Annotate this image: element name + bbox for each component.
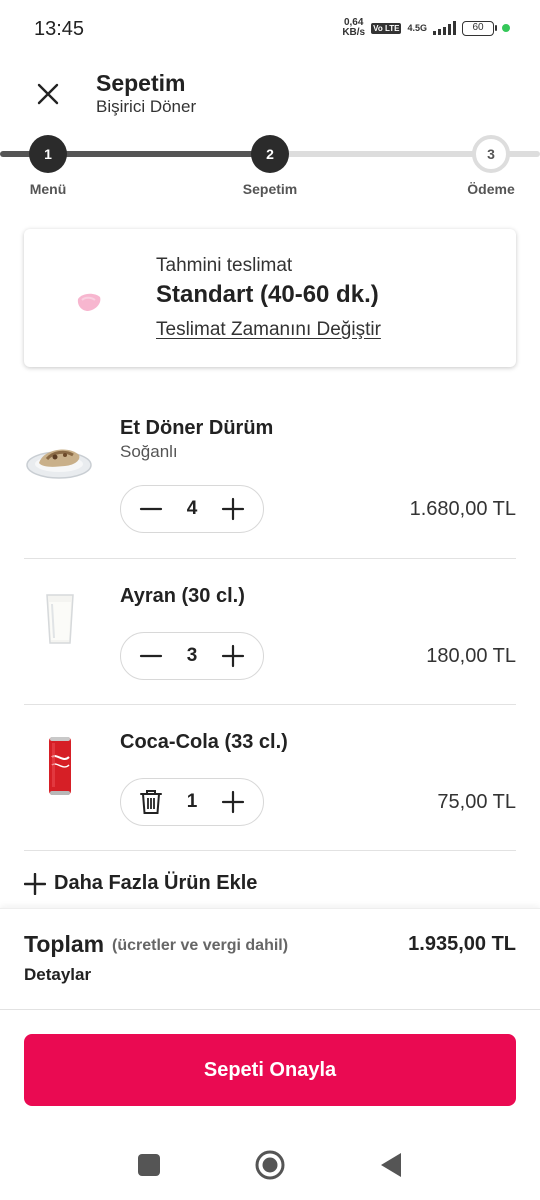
restaurant-name: Bişirici Döner xyxy=(96,97,197,116)
confirm-cart-button[interactable]: Sepeti Onayla xyxy=(24,1034,516,1106)
step-cart-label: Sepetim xyxy=(242,181,298,197)
cart-item: Et Döner Dürüm Soğanlı 4 1.680,00 TL xyxy=(24,392,516,559)
ayran-glass-image xyxy=(42,589,78,649)
step-payment-label: Ödeme xyxy=(467,181,515,197)
checkout-stepper: 1 2 3 Menü Sepetim Ödeme xyxy=(0,130,540,205)
status-icons: 0,64 KB/s Vo LTE 4.5G 60 xyxy=(342,18,510,38)
doner-wrap-image xyxy=(24,432,94,482)
add-more-items-button[interactable]: Daha Fazla Ürün Ekle xyxy=(24,872,257,895)
cart-item: Coca-Cola (33 cl.) 1 75,00 TL xyxy=(24,705,516,851)
plus-icon xyxy=(221,644,245,668)
item-name: Ayran (30 cl.) xyxy=(120,585,245,607)
back-button[interactable] xyxy=(374,1148,408,1182)
network-speed-unit: KB/s xyxy=(342,27,366,38)
quantity-stepper: 4 xyxy=(120,485,264,533)
decrease-quantity-button[interactable] xyxy=(137,495,165,523)
item-description: Soğanlı xyxy=(120,442,178,461)
page-title: Sepetim xyxy=(96,70,186,96)
decrease-quantity-button[interactable] xyxy=(137,642,165,670)
status-time: 13:45 xyxy=(34,18,85,40)
details-link[interactable]: Detaylar xyxy=(24,965,91,985)
back-icon xyxy=(381,1153,401,1177)
step-cart: 2 xyxy=(251,135,289,173)
plus-icon xyxy=(221,790,245,814)
total-label: Toplam xyxy=(24,931,105,957)
item-name: Coca-Cola (33 cl.) xyxy=(120,731,288,753)
plus-icon xyxy=(221,497,245,521)
minus-icon xyxy=(139,654,163,658)
close-button[interactable] xyxy=(28,74,68,114)
minus-icon xyxy=(139,507,163,511)
item-price: 1.680,00 TL xyxy=(409,498,516,520)
change-delivery-time-link[interactable]: Teslimat Zamanını Değiştir xyxy=(156,319,381,341)
battery-icon: 60 xyxy=(462,20,497,36)
quantity-value: 3 xyxy=(186,645,198,666)
item-name: Et Döner Dürüm xyxy=(120,417,274,439)
divider xyxy=(0,1009,540,1010)
delivery-label: Tahmini teslimat xyxy=(156,255,293,276)
cart-item: Ayran (30 cl.) 3 180,00 TL xyxy=(24,559,516,705)
step-menu-label[interactable]: Menü xyxy=(30,181,67,197)
quantity-value: 4 xyxy=(186,498,198,519)
total-note: (ücretler ve vergi dahil) xyxy=(112,937,289,954)
total-value: 1.935,00 TL xyxy=(408,933,516,955)
delivery-estimate: Standart (40-60 dk.) xyxy=(156,281,379,308)
increase-quantity-button[interactable] xyxy=(219,788,247,816)
status-bar: 13:45 0,64 KB/s Vo LTE 4.5G 60 xyxy=(0,0,540,58)
close-icon xyxy=(37,83,59,105)
volte-icon: Vo LTE xyxy=(371,22,402,34)
item-price: 180,00 TL xyxy=(426,645,516,667)
increase-quantity-button[interactable] xyxy=(219,495,247,523)
privacy-indicator-icon xyxy=(502,24,510,32)
coca-cola-can-image xyxy=(46,733,74,799)
plus-icon xyxy=(24,872,46,895)
system-nav-bar xyxy=(0,1130,540,1200)
quantity-stepper: 3 xyxy=(120,632,264,680)
delivery-time-card: Tahmini teslimat Standart (40-60 dk.) Te… xyxy=(24,229,516,367)
network-speed: 0,64 KB/s xyxy=(342,18,365,38)
home-icon xyxy=(255,1150,285,1180)
quantity-stepper: 1 xyxy=(120,778,264,826)
trash-icon xyxy=(140,790,162,814)
add-more-items-label: Daha Fazla Ürün Ekle xyxy=(54,872,258,894)
home-button[interactable] xyxy=(253,1148,287,1182)
delivery-icon xyxy=(77,293,101,311)
item-price: 75,00 TL xyxy=(437,791,516,813)
remove-item-button[interactable] xyxy=(137,788,165,816)
quantity-value: 1 xyxy=(186,791,198,812)
recents-button[interactable] xyxy=(132,1148,166,1182)
network-type: 4.5G xyxy=(407,23,427,33)
recents-icon xyxy=(138,1154,160,1176)
increase-quantity-button[interactable] xyxy=(219,642,247,670)
step-menu[interactable]: 1 xyxy=(29,135,67,173)
signal-icon xyxy=(433,21,456,35)
step-payment: 3 xyxy=(472,135,510,173)
